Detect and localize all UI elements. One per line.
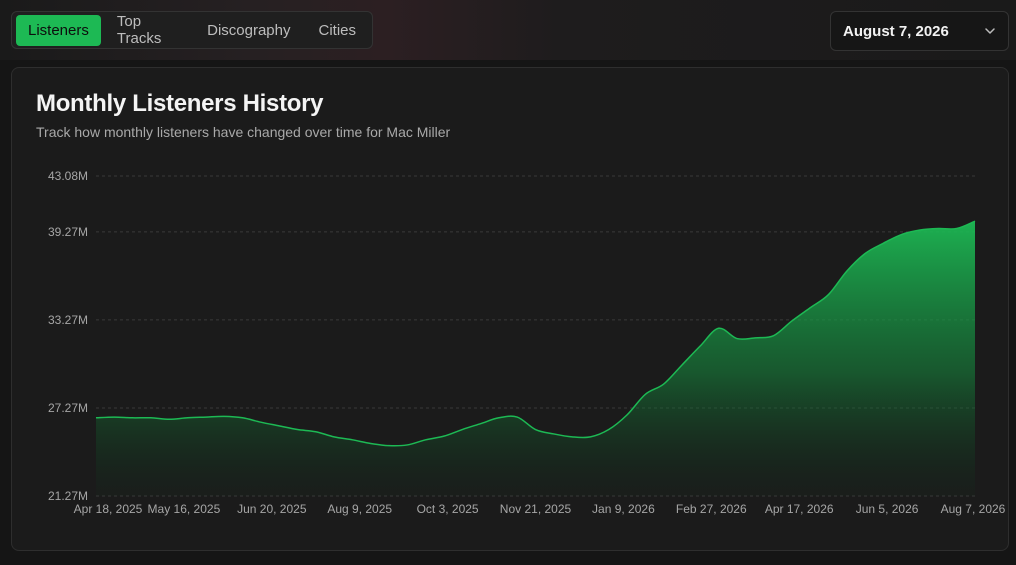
y-tick-label: 21.27M [48, 489, 88, 503]
x-tick-label: Aug 9, 2025 [327, 502, 392, 516]
listeners-chart: 21.27M 27.27M 33.27M 39.27M 43.08M Apr 18, 2… [48, 169, 1006, 516]
x-tick-label: May 16, 2025 [148, 502, 221, 516]
x-tick-label: Apr 17, 2026 [765, 502, 834, 516]
y-tick-label: 43.08M [48, 169, 88, 183]
x-tick-label: Nov 21, 2025 [500, 502, 572, 516]
x-tick-label: Oct 3, 2025 [417, 502, 479, 516]
x-tick-label: Apr 18, 2025 [74, 502, 143, 516]
listeners-area [96, 221, 975, 496]
x-tick-label: Jun 5, 2026 [856, 502, 919, 516]
x-tick-label: Aug 7, 2026 [941, 502, 1006, 516]
y-tick-label: 33.27M [48, 313, 88, 327]
x-tick-label: Jan 9, 2026 [592, 502, 655, 516]
x-tick-label: Jun 20, 2025 [237, 502, 307, 516]
y-tick-label: 27.27M [48, 401, 88, 415]
x-tick-label: Feb 27, 2026 [676, 502, 747, 516]
y-tick-label: 39.27M [48, 225, 88, 239]
